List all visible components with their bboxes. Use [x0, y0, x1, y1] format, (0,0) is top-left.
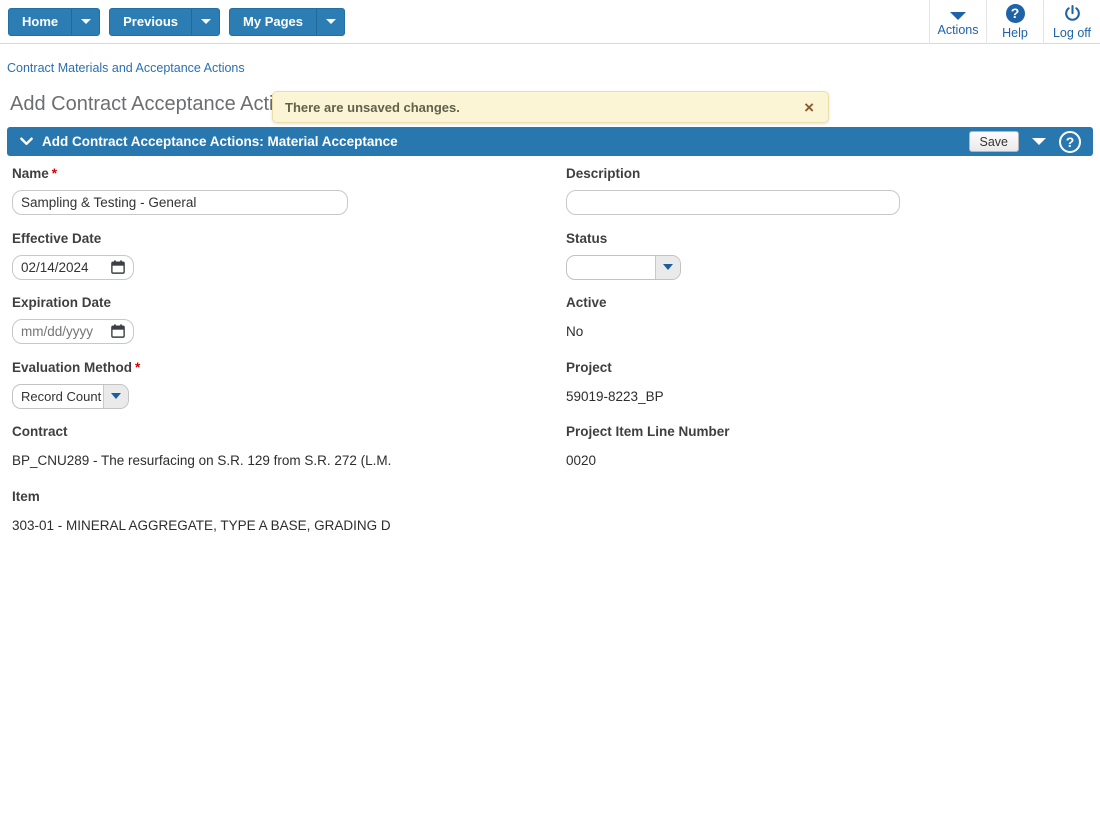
- status-selected-value: [567, 256, 655, 279]
- evaluation-method-select[interactable]: Record Count: [12, 384, 129, 409]
- help-label: Help: [1002, 26, 1028, 40]
- section-help-icon[interactable]: ?: [1059, 131, 1081, 153]
- status-select[interactable]: [566, 255, 681, 280]
- chevron-down-icon: [326, 19, 336, 24]
- project-label: Project: [566, 360, 1092, 375]
- breadcrumb[interactable]: Contract Materials and Acceptance Action…: [7, 61, 245, 75]
- field-contract: Contract BP_CNU289 - The resurfacing on …: [12, 420, 566, 485]
- unsaved-changes-toast: There are unsaved changes. ×: [272, 91, 829, 123]
- field-evaluation-method: Evaluation Method* Record Count: [12, 356, 566, 421]
- section-actions: Save ?: [969, 131, 1094, 153]
- item-label: Item: [12, 489, 566, 504]
- contract-label: Contract: [12, 424, 566, 439]
- field-item: Item 303-01 - MINERAL AGGREGATE, TYPE A …: [12, 485, 566, 550]
- field-expiration-date: Expiration Date: [12, 291, 566, 356]
- evaluation-method-selected-value: Record Count: [13, 385, 103, 408]
- chevron-down-icon: [111, 393, 121, 399]
- field-effective-date: Effective Date: [12, 227, 566, 292]
- actions-label: Actions: [938, 23, 979, 37]
- section-title: Add Contract Acceptance Actions: Materia…: [42, 134, 398, 149]
- chevron-down-icon: [81, 19, 91, 24]
- help-button[interactable]: ? Help: [986, 0, 1043, 44]
- field-project: Project 59019-8223_BP: [566, 356, 1092, 421]
- chevron-down-icon: [663, 264, 673, 270]
- actions-triangle-icon: [950, 12, 966, 20]
- section-actions-menu-icon[interactable]: [1032, 138, 1046, 145]
- power-icon: [1063, 4, 1082, 23]
- field-project-item-line-number: Project Item Line Number 0020: [566, 420, 1092, 485]
- field-active: Active No: [566, 291, 1092, 356]
- name-label: Name*: [12, 166, 566, 181]
- field-status: Status: [566, 227, 1092, 292]
- expiration-date-label: Expiration Date: [12, 295, 566, 310]
- home-button[interactable]: Home: [8, 8, 100, 36]
- required-asterisk: *: [52, 166, 57, 181]
- my-pages-dropdown-arrow[interactable]: [316, 9, 344, 35]
- evaluation-method-dropdown-button[interactable]: [103, 385, 128, 408]
- effective-date-input[interactable]: [12, 255, 134, 280]
- required-asterisk: *: [135, 360, 140, 375]
- contract-value: BP_CNU289 - The resurfacing on S.R. 129 …: [12, 453, 391, 468]
- nav-button-group: Home Previous My Pages: [0, 8, 345, 36]
- active-label: Active: [566, 295, 1092, 310]
- home-dropdown-arrow[interactable]: [71, 9, 99, 35]
- item-value: 303-01 - MINERAL AGGREGATE, TYPE A BASE,…: [12, 518, 391, 533]
- logoff-label: Log off: [1053, 26, 1091, 40]
- form-area: Name* Description Effective Date Stat: [12, 162, 1092, 549]
- top-navigation-bar: Home Previous My Pages Actions ? Help Lo…: [0, 0, 1100, 44]
- expiration-date-input[interactable]: [12, 319, 134, 344]
- effective-date-picker: [12, 255, 134, 280]
- empty-cell: [566, 485, 1092, 550]
- actions-menu-button[interactable]: Actions: [929, 0, 986, 44]
- home-button-label[interactable]: Home: [9, 9, 71, 35]
- description-input[interactable]: [566, 190, 900, 215]
- project-value: 59019-8223_BP: [566, 389, 664, 404]
- my-pages-button-label[interactable]: My Pages: [230, 9, 316, 35]
- my-pages-button[interactable]: My Pages: [229, 8, 345, 36]
- status-dropdown-button[interactable]: [655, 256, 680, 279]
- close-icon[interactable]: ×: [804, 99, 814, 116]
- name-input[interactable]: [12, 190, 348, 215]
- toast-message: There are unsaved changes.: [273, 100, 460, 115]
- expiration-date-picker: [12, 319, 134, 344]
- field-name: Name*: [12, 162, 566, 227]
- previous-button[interactable]: Previous: [109, 8, 220, 36]
- nav-utility-group: Actions ? Help Log off: [929, 0, 1100, 44]
- effective-date-label: Effective Date: [12, 231, 566, 246]
- description-label: Description: [566, 166, 1092, 181]
- field-description: Description: [566, 162, 1092, 227]
- previous-button-label[interactable]: Previous: [110, 9, 191, 35]
- save-button[interactable]: Save: [969, 131, 1020, 152]
- status-label: Status: [566, 231, 1092, 246]
- chevron-down-icon: [201, 19, 211, 24]
- project-item-line-number-label: Project Item Line Number: [566, 424, 1092, 439]
- help-icon: ?: [1006, 4, 1025, 23]
- section-header: Add Contract Acceptance Actions: Materia…: [7, 127, 1093, 156]
- page-title: Add Contract Acceptance Action: [10, 93, 296, 116]
- evaluation-method-label: Evaluation Method*: [12, 360, 566, 375]
- previous-dropdown-arrow[interactable]: [191, 9, 219, 35]
- collapse-chevron-icon[interactable]: [20, 137, 33, 146]
- project-item-line-number-value: 0020: [566, 453, 596, 468]
- active-value: No: [566, 324, 583, 339]
- logoff-button[interactable]: Log off: [1043, 0, 1100, 44]
